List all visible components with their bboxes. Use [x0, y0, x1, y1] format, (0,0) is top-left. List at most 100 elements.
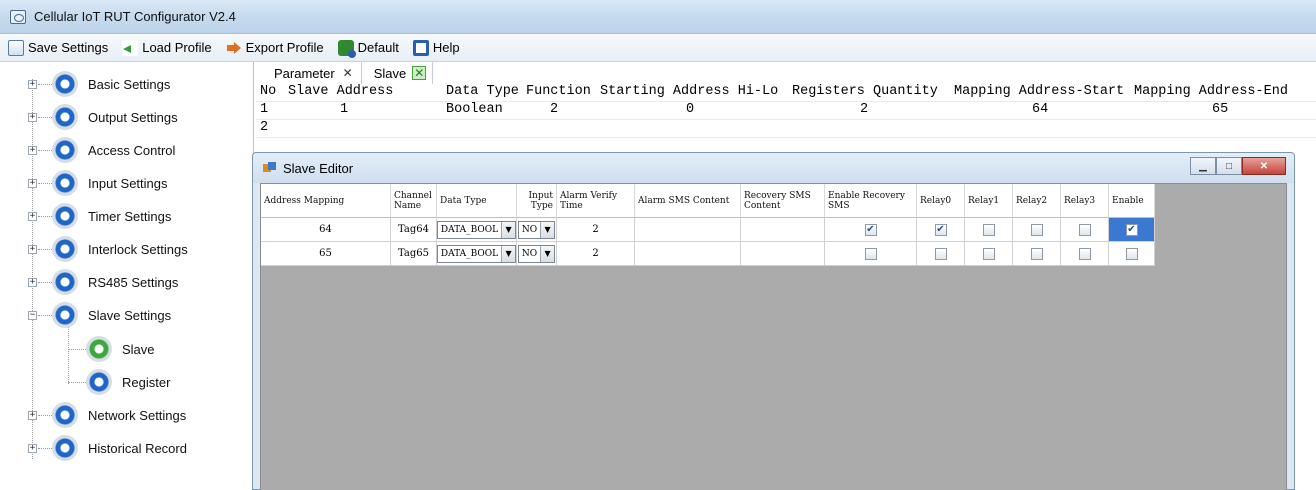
input-type-select[interactable]: NO ▼: [517, 244, 556, 263]
tree-item-label: Interlock Settings: [88, 242, 188, 257]
table-row[interactable]: 65 Tag65 DATA_BOOL ▼ NO ▼ 2: [261, 242, 1155, 266]
tab-parameter[interactable]: Parameter ✕: [262, 62, 362, 84]
relay3-checkbox[interactable]: [1078, 223, 1091, 236]
relay0-cell[interactable]: [917, 242, 965, 266]
enable-recovery-sms-checkbox[interactable]: ✔: [864, 223, 877, 236]
table-row[interactable]: 1 1 Boolean 2 0 2 64 65: [256, 102, 1316, 120]
table-cell[interactable]: 1: [284, 102, 416, 119]
relay1-checkbox[interactable]: [982, 247, 995, 260]
address-mapping-cell[interactable]: 65: [261, 242, 391, 266]
alarm-verify-time-cell[interactable]: 2: [557, 242, 635, 266]
close-icon[interactable]: ✕: [341, 66, 355, 80]
data-type-cell[interactable]: DATA_BOOL ▼: [436, 218, 517, 242]
alarm-sms-content-cell[interactable]: [635, 218, 741, 242]
relay0-checkbox[interactable]: [934, 247, 947, 260]
tree-item-historical-record[interactable]: + Historical Record: [0, 431, 254, 465]
expand-plus-icon[interactable]: +: [28, 112, 37, 122]
table-cell[interactable]: 1: [256, 102, 284, 119]
channel-name-cell[interactable]: Tag64: [391, 218, 437, 242]
relay3-cell[interactable]: [1061, 218, 1109, 242]
tree-item-output-settings[interactable]: + Output Settings: [0, 100, 254, 134]
table-row[interactable]: 64 Tag64 DATA_BOOL ▼ NO ▼ 2 ✔ ✔ ✔: [261, 218, 1155, 242]
relay2-checkbox[interactable]: [1030, 247, 1043, 260]
export-arrow-icon: [226, 40, 242, 56]
relay2-cell[interactable]: [1013, 242, 1061, 266]
enable-checkbox[interactable]: ✔: [1125, 223, 1138, 236]
chevron-down-icon[interactable]: ▼: [501, 221, 516, 238]
relay1-cell[interactable]: [965, 218, 1013, 242]
chevron-down-icon[interactable]: ▼: [540, 221, 555, 238]
address-mapping-cell[interactable]: 64: [261, 218, 391, 242]
table-cell[interactable]: 65: [1130, 102, 1310, 119]
relay2-checkbox[interactable]: [1030, 223, 1043, 236]
expand-plus-icon[interactable]: +: [28, 244, 37, 254]
default-button[interactable]: Default: [336, 37, 401, 59]
tree-item-access-control[interactable]: + Access Control: [0, 133, 254, 167]
tree-item-basic-settings[interactable]: + Basic Settings: [0, 67, 254, 101]
table-cell[interactable]: Boolean: [416, 102, 520, 119]
relay0-checkbox[interactable]: ✔: [934, 223, 947, 236]
enable-recovery-sms-cell[interactable]: [825, 242, 917, 266]
tree-item-timer-settings[interactable]: + Timer Settings: [0, 199, 254, 233]
gear-green-icon: [86, 336, 112, 362]
tree-item-slave-settings[interactable]: − Slave Settings: [0, 298, 254, 332]
tree-item-input-settings[interactable]: + Input Settings: [0, 166, 254, 200]
enable-recovery-sms-cell[interactable]: ✔: [825, 218, 917, 242]
data-type-select[interactable]: DATA_BOOL ▼: [436, 244, 517, 263]
save-settings-button[interactable]: Save Settings: [6, 37, 110, 59]
expand-plus-icon[interactable]: +: [28, 178, 37, 188]
slave-editor-title-bar[interactable]: Slave Editor ▁ □ ✕: [253, 153, 1294, 183]
enable-cell-selected[interactable]: ✔: [1109, 218, 1155, 242]
help-button[interactable]: Help: [411, 37, 462, 59]
relay1-checkbox[interactable]: [982, 223, 995, 236]
tree-item-interlock-settings[interactable]: + Interlock Settings: [0, 232, 254, 266]
chevron-down-icon[interactable]: ▼: [540, 245, 555, 262]
table-cell[interactable]: 2: [520, 102, 596, 119]
expand-plus-icon[interactable]: +: [28, 211, 37, 221]
expand-plus-icon[interactable]: +: [28, 277, 37, 287]
relay3-cell[interactable]: [1061, 242, 1109, 266]
tab-slave[interactable]: Slave ✕: [362, 62, 434, 84]
enable-cell[interactable]: [1109, 242, 1155, 266]
recovery-sms-content-cell[interactable]: [741, 242, 825, 266]
table-cell[interactable]: 2: [788, 102, 950, 119]
column-header: Data Type: [437, 184, 517, 218]
expand-plus-icon[interactable]: +: [28, 145, 37, 155]
data-type-cell[interactable]: DATA_BOOL ▼: [436, 242, 517, 266]
relay2-cell[interactable]: [1013, 218, 1061, 242]
table-cell[interactable]: 2: [256, 120, 284, 137]
collapse-minus-icon[interactable]: −: [28, 310, 37, 320]
input-type-cell[interactable]: NO ▼: [517, 242, 557, 266]
load-profile-button[interactable]: Load Profile: [120, 37, 213, 59]
enable-recovery-sms-checkbox[interactable]: [864, 247, 877, 260]
expand-plus-icon[interactable]: +: [28, 79, 37, 89]
recovery-sms-content-cell[interactable]: [741, 218, 825, 242]
relay0-cell[interactable]: ✔: [917, 218, 965, 242]
input-type-select[interactable]: NO ▼: [517, 220, 556, 239]
table-row[interactable]: 2: [256, 120, 1316, 138]
data-type-select[interactable]: DATA_BOOL ▼: [436, 220, 517, 239]
channel-name-cell[interactable]: Tag65: [391, 242, 437, 266]
column-header: Address Mapping: [261, 184, 391, 218]
input-type-cell[interactable]: NO ▼: [517, 218, 557, 242]
alarm-verify-time-cell[interactable]: 2: [557, 218, 635, 242]
tree-item-network-settings[interactable]: + Network Settings: [0, 398, 254, 432]
relay3-checkbox[interactable]: [1078, 247, 1091, 260]
tree-item-slave[interactable]: Slave: [0, 332, 254, 366]
tree-item-rs485-settings[interactable]: + RS485 Settings: [0, 265, 254, 299]
table-cell[interactable]: 64: [950, 102, 1130, 119]
enable-checkbox[interactable]: [1125, 247, 1138, 260]
close-icon[interactable]: ✕: [412, 66, 427, 80]
export-profile-button[interactable]: Export Profile: [224, 37, 326, 59]
expand-plus-icon[interactable]: +: [28, 443, 37, 453]
relay1-cell[interactable]: [965, 242, 1013, 266]
minimize-icon[interactable]: ▁: [1190, 157, 1216, 175]
maximize-icon[interactable]: □: [1216, 157, 1242, 175]
gear-blue-icon: [52, 236, 78, 262]
chevron-down-icon[interactable]: ▼: [501, 245, 516, 262]
expand-plus-icon[interactable]: +: [28, 410, 37, 420]
close-icon[interactable]: ✕: [1242, 157, 1286, 175]
tree-item-register[interactable]: Register: [0, 365, 254, 399]
table-cell[interactable]: 0: [596, 102, 788, 119]
alarm-sms-content-cell[interactable]: [635, 242, 741, 266]
